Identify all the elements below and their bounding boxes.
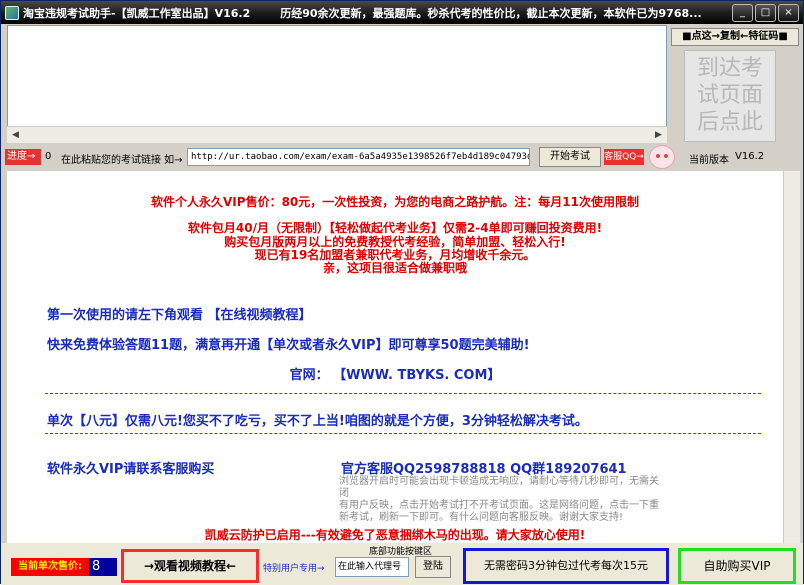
url-row: 进度→ 0 在此粘贴您的考试链接 如→ http://ur.taobao.com…	[1, 145, 803, 169]
close-button[interactable]: ×	[778, 4, 799, 22]
current-price-label: 当前单次售价:	[11, 558, 89, 576]
divider-top	[45, 393, 761, 394]
notice-line-3: 有用户反映，点击开始考试打不开考试页面。这是网络问题，点击一下重	[339, 500, 659, 511]
progress-value: 0	[45, 151, 52, 162]
free-trial-text: 快来免费体验答题11题，满意再开通【单次或者永久VIP】即可尊享50题完美辅助!	[47, 338, 530, 353]
notice-line-1: 浏览器开启时可能会出现卡顿造成无响应，请耐心等待几秒即可，无需关	[339, 476, 659, 487]
scrolling-announcement: 历经90余次更新，最强题库。秒杀代考的性价比，截止本次更新，本软件已为9768.…	[280, 6, 702, 20]
bottom-toolbar: 当前单次售价: 8 →观看视频教程← 底部功能按键区 特别用户专用→ 在此输入代…	[1, 543, 803, 585]
website-text: 官网： 【WWW. TBYKS. COM】	[289, 368, 501, 383]
single-price-text: 单次【八元】仅需八元!您买不了吃亏，买不了上当!咱图的就是个方便，3分钟轻松解决…	[47, 414, 588, 429]
app-icon	[5, 5, 19, 20]
app-window: 淘宝违规考试助手-【凯威工作室出品】V16.2 历经90余次更新，最强题库。秒杀…	[0, 0, 804, 585]
hint-line-1: 到达考	[696, 56, 763, 81]
special-user-label: 特别用户专用→	[263, 564, 325, 574]
start-exam-button[interactable]: 开始考试	[539, 147, 601, 167]
vip-price-text: 软件个人永久VIP售价：80元，一次性投资，为您的电商之路护航。注：每月11次使…	[151, 195, 639, 209]
first-use-text: 第一次使用的请左下角观看 【在线视频教程】	[47, 308, 312, 323]
exam-url-input[interactable]: http://ur.taobao.com/exam/exam-6a5a4935e…	[187, 148, 530, 166]
minimize-button[interactable]: _	[732, 4, 753, 22]
version-value: V16.2	[735, 151, 765, 162]
maximize-button[interactable]: □	[755, 4, 776, 22]
title-bar[interactable]: 淘宝违规考试助手-【凯威工作室出品】V16.2 历经90余次更新，最强题库。秒杀…	[1, 1, 803, 24]
monthly-line-4: 亲，这项目很适合做兼职哦	[322, 261, 467, 275]
no-password-exam-button[interactable]: 无需密码3分钟包过代考每次15元	[463, 548, 669, 584]
protection-text: 凯威云防护已启用---有效避免了恶意捆绑木马的出现。请大家放心使用!	[204, 528, 586, 542]
customer-service-qq-button[interactable]: 客服QQ→	[604, 149, 644, 165]
version-label: 当前版本	[689, 155, 729, 166]
announcement-panel: 软件个人永久VIP售价：80元，一次性投资，为您的电商之路护航。注：每月11次使…	[7, 171, 783, 543]
notice-line-4: 新考试，刷新一下即可。有什么问题向客服反映。谢谢大家支持!	[339, 512, 624, 523]
window-title: 淘宝违规考试助手-【凯威工作室出品】V16.2	[23, 6, 251, 20]
login-button[interactable]: 登陆	[415, 556, 451, 578]
vertical-scrollbar[interactable]	[783, 171, 800, 543]
paste-link-label: 在此粘贴您的考试链接 如→	[61, 155, 183, 166]
qq-service-text: 官方客服QQ2598788818 QQ群189207641	[341, 462, 627, 477]
hint-line-2: 试页面	[696, 83, 763, 108]
qq-avatar-icon[interactable]	[649, 145, 675, 169]
divider-bottom	[45, 433, 761, 434]
copy-feature-code-button[interactable]: ■点这→复制←特征码■	[671, 28, 799, 46]
hint-line-3: 后点此	[696, 110, 763, 135]
notice-line-2: 闭	[339, 488, 349, 499]
window-controls: _ □ ×	[732, 4, 799, 22]
buy-vip-button[interactable]: 自助购买VIP	[678, 548, 796, 584]
agent-id-input[interactable]: 在此输入代理号	[335, 557, 409, 577]
watch-video-tutorial-button[interactable]: →观看视频教程←	[121, 549, 259, 583]
scroll-left-icon[interactable]: ◀	[8, 128, 23, 143]
exam-page-trigger-button[interactable]: 到达考 试页面 后点此	[684, 50, 776, 142]
vip-contact-text: 软件永久VIP请联系客服购买	[47, 462, 215, 477]
scroll-right-icon[interactable]: ▶	[651, 128, 666, 143]
current-price-value: 8	[89, 558, 117, 576]
horizontal-scrollbar[interactable]: ◀ ▶	[7, 126, 667, 143]
progress-label: 进度→	[5, 149, 41, 165]
